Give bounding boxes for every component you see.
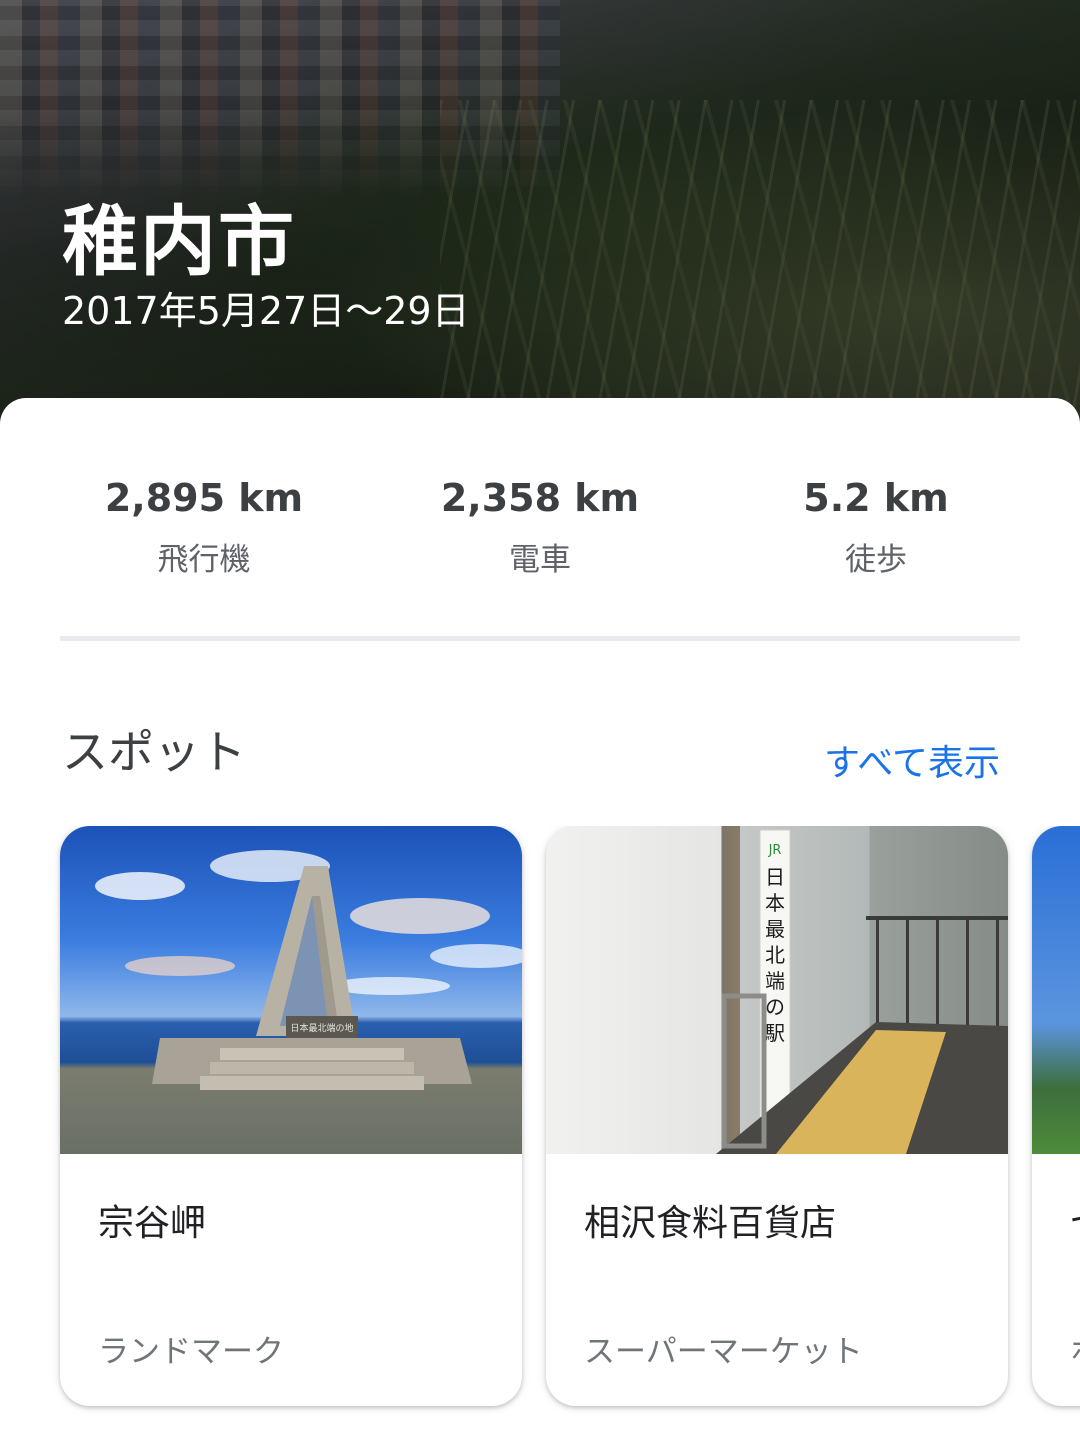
svg-text:JR: JR xyxy=(768,843,782,858)
spot-name: 相沢食料百貨店 xyxy=(584,1203,837,1244)
station-illustration: JR 日本最北端の駅 xyxy=(716,829,1008,1154)
spot-photo: JR 日本最北端の駅 xyxy=(546,826,1008,1154)
spot-card-soya-misaki[interactable]: 日本最北端の地 宗谷岬 ランドマーク xyxy=(60,826,522,1406)
trip-title: 稚内市 xyxy=(62,197,296,286)
spot-category: スーパーマーケット xyxy=(584,1334,863,1370)
trip-dates: 2017年5月27日〜29日 xyxy=(62,289,470,333)
spot-category: ホ xyxy=(1070,1326,1080,1371)
stat-value: 2,895 km xyxy=(104,476,304,520)
section-divider xyxy=(60,636,1020,641)
spot-name: 宗谷岬 xyxy=(98,1203,207,1244)
trip-summary-sheet: 2,895 km 飛行機 2,358 km 電車 5.2 km 徒歩 スポット … xyxy=(0,398,1080,1440)
travel-stats: 2,895 km 飛行機 2,358 km 電車 5.2 km 徒歩 xyxy=(36,476,1044,586)
spot-category: ランドマーク xyxy=(98,1334,284,1370)
spot-card-third[interactable]: セ ホ xyxy=(1032,826,1080,1406)
spot-card-aizawa-shokuryo[interactable]: JR 日本最北端の駅 相沢食料百貨店 スーパーマーケット xyxy=(546,826,1008,1406)
stat-airplane: 2,895 km 飛行機 xyxy=(36,476,372,579)
stat-train: 2,358 km 電車 xyxy=(372,476,708,579)
spot-photo xyxy=(1032,826,1080,1154)
spots-carousel[interactable]: 日本最北端の地 宗谷岬 ランドマーク JR 日本最北端の駅 相沢食料百貨店 スー… xyxy=(0,826,1080,1416)
stat-value: 2,358 km xyxy=(440,476,640,520)
spots-section-title: スポット xyxy=(62,725,246,779)
spot-name: セ xyxy=(1070,1194,1080,1246)
spot-photo: 日本最北端の地 xyxy=(60,826,522,1154)
hero-banner: 稚内市 2017年5月27日〜29日 xyxy=(0,0,1080,430)
station-sign-text: 日本最北端の駅 xyxy=(765,865,785,1045)
stat-label: 徒歩 xyxy=(845,542,907,578)
stat-value: 5.2 km xyxy=(803,476,949,520)
stat-label: 電車 xyxy=(509,542,571,578)
stat-label: 飛行機 xyxy=(157,542,251,578)
monument-plaque-text: 日本最北端の地 xyxy=(290,1022,353,1034)
monument-illustration: 日本最北端の地 xyxy=(95,850,522,1090)
stat-walking: 5.2 km 徒歩 xyxy=(708,476,1044,579)
show-all-link[interactable]: すべて表示 xyxy=(824,734,1000,786)
